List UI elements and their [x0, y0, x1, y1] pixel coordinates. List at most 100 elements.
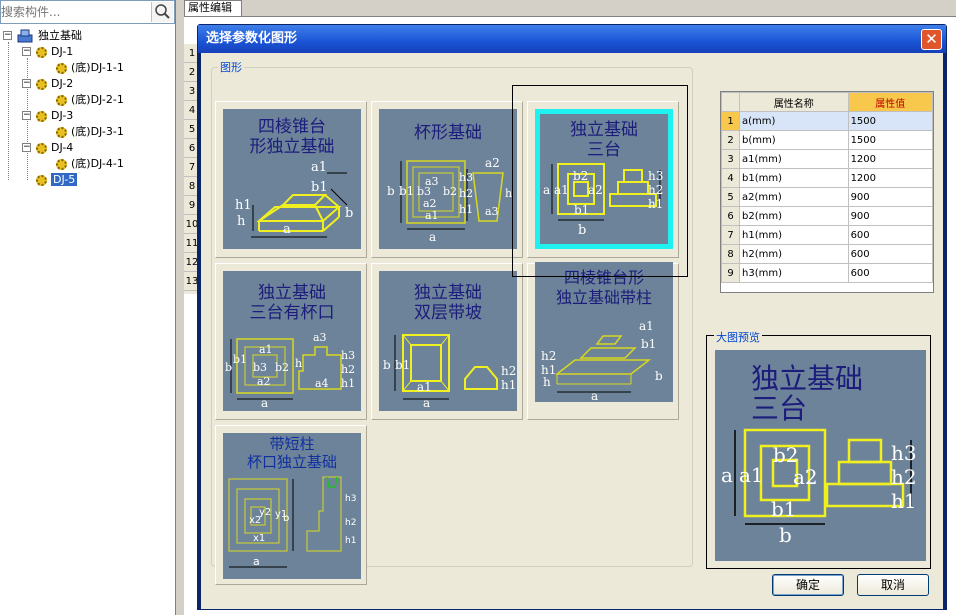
table-row[interactable]: 7 h1(mm) 600: [721, 225, 934, 245]
cancel-button[interactable]: 取消: [857, 574, 929, 596]
dim-label: a4: [315, 377, 329, 390]
dialog-titlebar[interactable]: 选择参数化图形 ✕: [198, 25, 946, 53]
search-input[interactable]: [1, 3, 149, 21]
tree-subitem-dj-4-1[interactable]: (底)DJ-4-1: [56, 156, 124, 172]
dim-label: a2: [257, 375, 271, 388]
shape-option-short-column-cup[interactable]: 带短柱 杯口独立基础 x2 y2 x1 y1 b a h3 h2 h1: [215, 425, 367, 585]
dim-label: h2: [501, 364, 516, 378]
shape-drawing: a1 b1 h2 h1 h b a: [541, 319, 663, 402]
dim-label: x1: [253, 533, 265, 544]
tree-item-label-selected: DJ-5: [51, 173, 78, 186]
dim-label: a1: [311, 160, 327, 175]
preview-group-label: 大图预览: [714, 329, 762, 345]
collapse-icon[interactable]: −: [22, 47, 31, 56]
dim-label: h1: [459, 203, 473, 216]
tree-item-label: DJ-1: [51, 45, 74, 58]
dim-label: a: [591, 389, 598, 402]
dim-label: a1: [417, 380, 432, 394]
shape-drawing: a a1 b1 h1 h b: [235, 160, 353, 238]
collapse-icon[interactable]: −: [3, 31, 12, 40]
dim-label: h1: [891, 489, 917, 513]
dim-label: h3: [341, 349, 355, 362]
tree-item-dj-5[interactable]: DJ-5: [36, 172, 78, 188]
dim-label: h1: [341, 377, 355, 390]
tree-subitem-dj-1-1[interactable]: (底)DJ-1-1: [56, 60, 124, 76]
ok-button[interactable]: 确定: [772, 574, 844, 596]
search-box: [0, 0, 175, 24]
dim-label: b1: [399, 184, 414, 198]
table-row[interactable]: 8 h2(mm) 600: [721, 244, 934, 264]
value-cell[interactable]: 900: [847, 206, 934, 226]
dim-label: a1: [259, 343, 273, 356]
collapse-icon[interactable]: −: [22, 143, 31, 152]
dim-label: b: [383, 358, 391, 372]
dim-label: h3: [345, 494, 356, 504]
dim-label: h2: [341, 363, 355, 376]
dim-label: h: [295, 357, 302, 370]
shape-thumbnail: 独立基础 三台有杯口 a1 a3 b1 b3 b a2 b2 a h a4 h3…: [223, 271, 361, 411]
shape-option-frustum-with-column[interactable]: 四棱锥台形 独立基础带柱 a1 b1 h2 h1 h b a: [527, 262, 679, 420]
dim-label: a2: [485, 156, 500, 170]
component-gear-icon: [56, 62, 67, 74]
tree-subitem-dj-2-1[interactable]: (底)DJ-2-1: [56, 92, 124, 108]
tree-root-label: 独立基础: [38, 29, 82, 42]
dim-label: a1: [739, 463, 764, 487]
shape-option-pyramid-frustum[interactable]: 四棱锥台 形独立基础 a a1 b1 h1 h b: [215, 101, 367, 258]
dim-label: b: [345, 206, 353, 221]
dim-label: h1: [345, 536, 356, 546]
tree-item-label: DJ-4: [51, 141, 74, 154]
value-cell[interactable]: 900: [847, 187, 934, 207]
dim-label: b: [225, 361, 232, 374]
panel-splitter[interactable]: [176, 0, 184, 615]
shape-option-double-layer-slope[interactable]: 独立基础 双层带坡 a b b1 a1 h2 h1: [371, 263, 523, 420]
tree-subitem-dj-3-1[interactable]: (底)DJ-3-1: [56, 124, 124, 140]
dim-label: h2: [891, 465, 917, 489]
search-icon: [155, 4, 170, 19]
tab-property-edit[interactable]: 属性编辑: [184, 0, 242, 16]
dim-label: b2: [773, 443, 799, 467]
dim-label: h3: [459, 171, 473, 184]
collapse-icon[interactable]: −: [22, 111, 31, 120]
dim-label: b1: [641, 337, 656, 351]
header-property-value: 属性值: [847, 92, 934, 112]
dialog-body: 图形 四棱锥台 形独立基础 a a1 b1 h1 h b 杯形基础 b b1 b…: [201, 53, 943, 609]
dim-label: b1: [395, 358, 410, 372]
tree-guide-line: [8, 42, 9, 180]
dim-label: a: [253, 555, 260, 568]
component-gear-icon: [36, 174, 47, 186]
close-button[interactable]: ✕: [921, 29, 942, 50]
table-row[interactable]: 9 h3(mm) 600: [721, 263, 934, 283]
dim-label: a2: [793, 465, 818, 489]
value-cell[interactable]: 1200: [847, 149, 934, 169]
component-gear-icon: [56, 126, 67, 138]
table-row[interactable]: 5 a2(mm) 900: [721, 187, 934, 207]
value-cell[interactable]: 600: [847, 225, 934, 245]
tree-item-label: DJ-2: [51, 77, 74, 90]
parametric-shape-dialog: 选择参数化图形 ✕ 图形 四棱锥台 形独立基础 a a1 b1 h1 h b 杯…: [197, 24, 947, 610]
table-row[interactable]: 1 a(mm) 1500: [721, 111, 934, 131]
search-button[interactable]: [151, 2, 173, 22]
value-cell[interactable]: 1500: [847, 111, 934, 131]
component-gear-icon: [56, 94, 67, 106]
value-cell[interactable]: 600: [847, 244, 934, 264]
dim-label: a: [429, 230, 436, 244]
value-cell[interactable]: 1500: [847, 130, 934, 150]
dim-label: h2: [345, 518, 356, 528]
dim-label: h2: [459, 187, 473, 200]
shape-drawing: a b b1 a1 h2 h1: [383, 334, 516, 410]
property-table[interactable]: 属性名称 属性值 1 a(mm) 1500 2 b(mm) 1500 3 a1(mm) 12…: [720, 91, 934, 293]
component-gear-icon: [36, 46, 47, 58]
table-row[interactable]: 6 b2(mm) 900: [721, 206, 934, 226]
shape-option-three-step-cup[interactable]: 独立基础 三台有杯口 a1 a3 b1 b3 b a2 b2 a h a4 h3…: [215, 263, 367, 420]
table-row[interactable]: 4 b1(mm) 1200: [721, 168, 934, 188]
value-cell[interactable]: 1200: [847, 168, 934, 188]
shape-drawing: a1 a3 b1 b3 b a2 b2 a h a4 h3 h2 h1: [225, 331, 355, 410]
tree-subitem-label: (底)DJ-3-1: [71, 125, 124, 138]
collapse-icon[interactable]: −: [22, 79, 31, 88]
shape-option-cup-foundation[interactable]: 杯形基础 b b1 b3 a3 b2 a2 a1 a2 h3 h2 h1 h a…: [371, 101, 523, 258]
dim-label: b1: [311, 180, 328, 195]
table-row[interactable]: 2 b(mm) 1500: [721, 130, 934, 150]
table-row[interactable]: 3 a1(mm) 1200: [721, 149, 934, 169]
dim-label: a1: [639, 319, 654, 333]
value-cell[interactable]: 600: [847, 263, 934, 283]
